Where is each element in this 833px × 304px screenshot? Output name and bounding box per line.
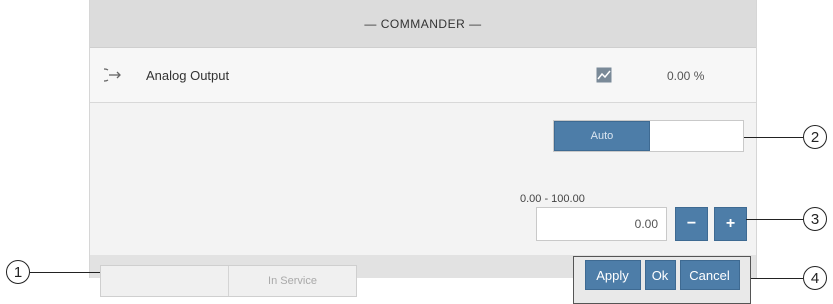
mode-auto-button[interactable]: Auto: [554, 121, 650, 151]
signal-label: Analog Output: [146, 68, 230, 83]
signal-row: Analog Output 0.00 %: [90, 48, 756, 103]
callout-leader: [746, 219, 803, 220]
range-label: 0.00 - 100.00: [520, 193, 585, 205]
action-button-group: Apply Ok Cancel: [573, 256, 751, 304]
callout-marker: 3: [803, 207, 827, 231]
callout-leader: [30, 272, 100, 273]
callout-leader: [744, 137, 803, 138]
signal-value: 0.00 %: [667, 69, 705, 83]
mode-manual-button[interactable]: [650, 121, 743, 151]
in-service-button[interactable]: In Service: [228, 266, 356, 296]
mode-toggle: Auto: [553, 120, 744, 152]
trend-chart-icon[interactable]: [596, 67, 612, 83]
apply-button[interactable]: Apply: [584, 260, 641, 290]
service-toggle: In Service: [100, 265, 357, 297]
out-of-service-button[interactable]: [101, 266, 228, 296]
dialog-title: — COMMANDER —: [364, 16, 482, 31]
callout-marker: 1: [6, 260, 30, 284]
ok-button[interactable]: Ok: [644, 260, 676, 290]
increment-button[interactable]: +: [714, 207, 747, 241]
callout-marker: 2: [803, 125, 827, 149]
output-arrow-icon: [104, 68, 121, 82]
callout-leader: [751, 278, 803, 279]
setpoint-input[interactable]: [536, 207, 667, 241]
cancel-button[interactable]: Cancel: [679, 260, 740, 290]
decrement-button[interactable]: −: [675, 207, 708, 241]
dialog-title-bar: — COMMANDER —: [90, 0, 756, 48]
commander-dialog: — COMMANDER — Analog Output 0.00 % Auto …: [89, 0, 757, 304]
callout-marker: 4: [803, 266, 827, 290]
